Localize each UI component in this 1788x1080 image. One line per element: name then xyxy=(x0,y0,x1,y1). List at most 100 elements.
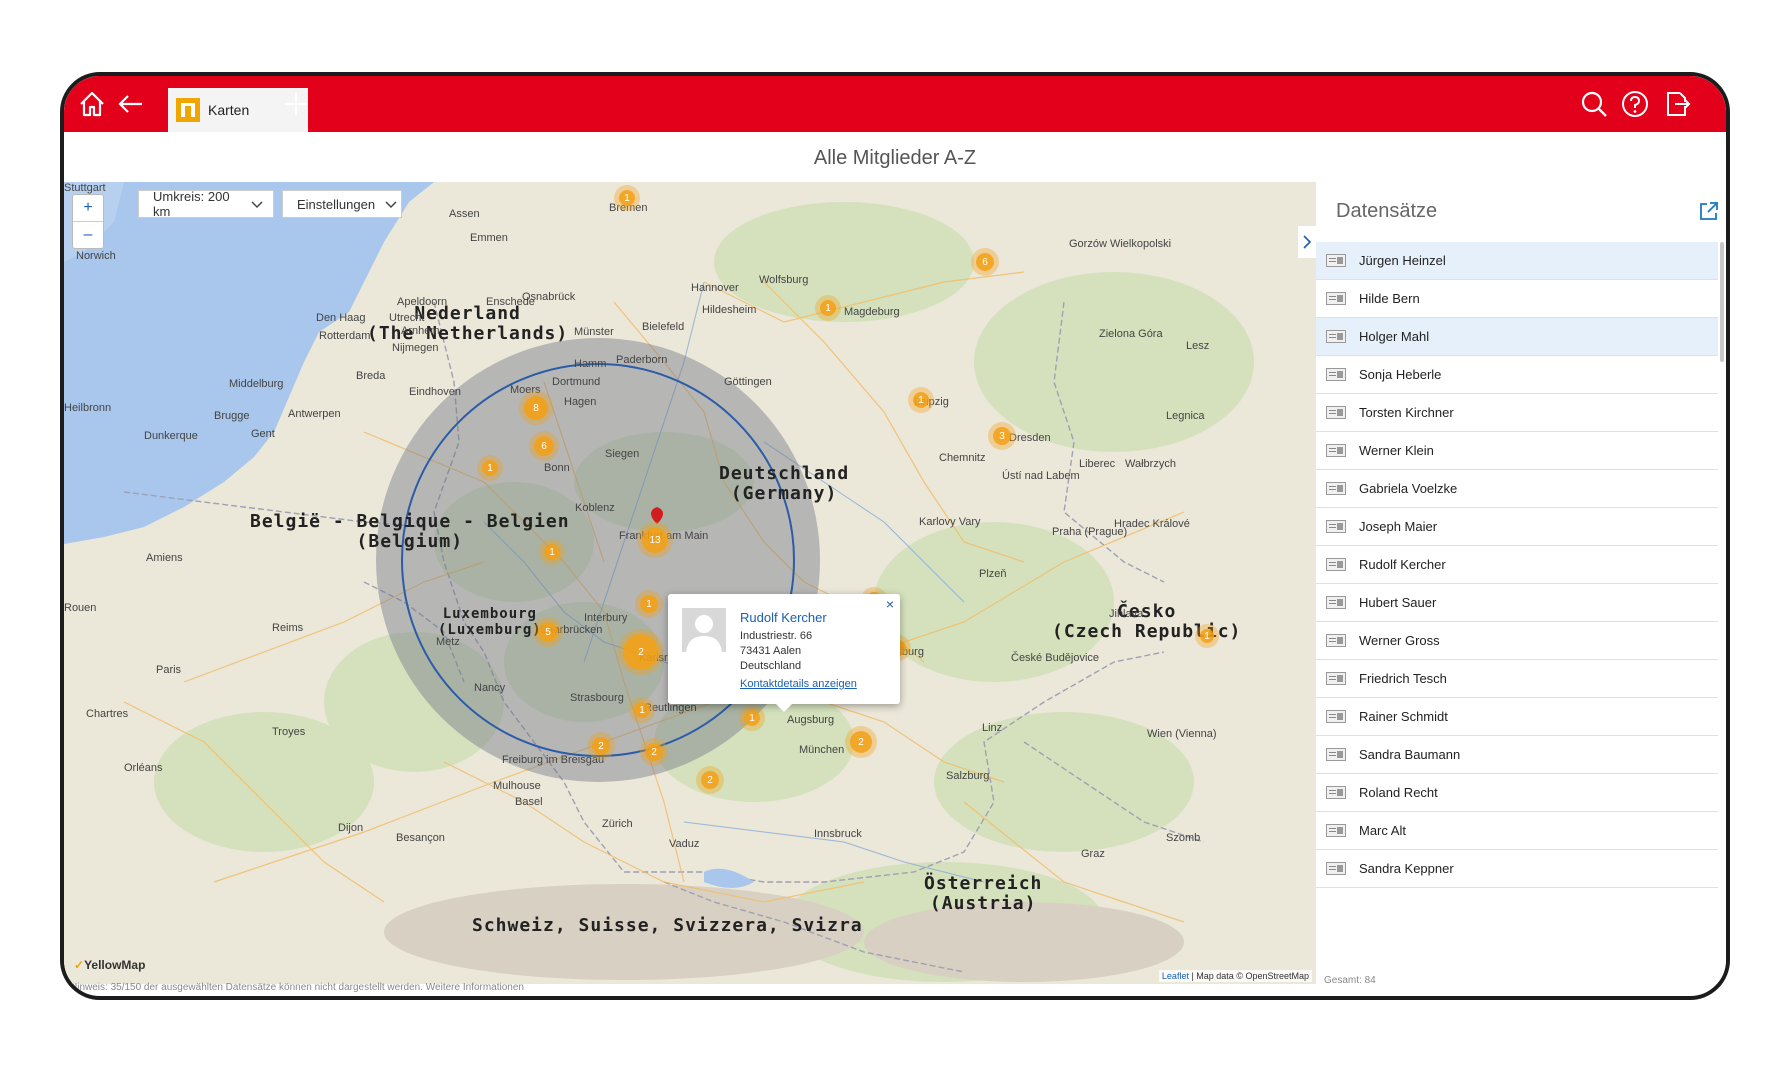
help-icon[interactable] xyxy=(1615,84,1655,124)
list-item[interactable]: Hubert Sauer xyxy=(1316,584,1718,622)
list-item[interactable]: Rudolf Kercher xyxy=(1316,546,1718,584)
record-name: Rainer Schmidt xyxy=(1359,709,1448,724)
cluster-marker[interactable]: 1 xyxy=(744,710,760,726)
cluster-marker[interactable]: 1 xyxy=(1200,629,1214,643)
city-label: Norwich xyxy=(76,250,116,262)
hint-text: Hinweis: 35/150 der ausgewählten Datensä… xyxy=(70,982,524,993)
contact-card-icon xyxy=(1326,444,1346,457)
cluster-marker[interactable]: 1 xyxy=(634,702,650,718)
cluster-marker[interactable]: 5 xyxy=(538,622,558,642)
record-name: Rudolf Kercher xyxy=(1359,557,1446,572)
list-item[interactable]: Rainer Schmidt xyxy=(1316,698,1718,736)
zoom-out-button[interactable]: – xyxy=(73,221,103,248)
city-label: Gorzów Wielkopolski xyxy=(1069,238,1172,250)
country-label-lu: Luxembourg (Luxemburg) xyxy=(438,606,542,638)
cluster-marker[interactable]: 2 xyxy=(701,771,719,789)
zoom-in-button[interactable]: + xyxy=(73,195,103,221)
cluster-marker[interactable]: 6 xyxy=(976,253,994,271)
list-item[interactable]: Hilde Bern xyxy=(1316,280,1718,318)
radius-dropdown[interactable]: Umkreis: 200 km xyxy=(138,189,274,219)
list-item[interactable]: Torsten Kirchner xyxy=(1316,394,1718,432)
search-icon[interactable] xyxy=(1574,84,1614,124)
external-link-icon[interactable] xyxy=(1698,200,1720,227)
list-item[interactable]: Friedrich Tesch xyxy=(1316,660,1718,698)
list-item[interactable]: Sonja Heberle xyxy=(1316,356,1718,394)
city-label: Utrecht xyxy=(389,312,425,324)
contact-card-icon xyxy=(1326,292,1346,305)
list-item[interactable]: Holger Mahl xyxy=(1316,318,1718,356)
cluster-marker[interactable]: 1 xyxy=(820,300,836,316)
country-label-ch: Schweiz, Suisse, Svizzera, Svizra xyxy=(472,915,863,936)
city-label: Hagen xyxy=(564,396,597,408)
cluster-marker[interactable]: 3 xyxy=(993,427,1011,445)
city-label: Wałbrzych xyxy=(1125,458,1176,470)
city-label: Reims xyxy=(272,622,304,634)
cluster-marker[interactable]: 2 xyxy=(645,743,663,761)
list-item[interactable]: Werner Gross xyxy=(1316,622,1718,660)
contact-card-icon xyxy=(1326,596,1346,609)
city-label: Mulhouse xyxy=(493,780,541,792)
collapse-sidebar-button[interactable] xyxy=(1298,226,1316,258)
city-label: Stuttgart xyxy=(64,182,106,194)
avatar xyxy=(682,608,726,652)
contact-card-icon xyxy=(1326,748,1346,761)
list-item[interactable]: Sandra Keppner xyxy=(1316,850,1718,888)
cluster-marker[interactable]: 2 xyxy=(850,731,872,753)
city-label: Plzeň xyxy=(979,568,1007,580)
contact-card-icon xyxy=(1326,862,1346,875)
arrow-left-icon[interactable] xyxy=(110,84,150,124)
list-item[interactable]: Joseph Maier xyxy=(1316,508,1718,546)
logout-icon[interactable] xyxy=(1656,84,1696,124)
contact-details-link[interactable]: Kontaktdetails anzeigen xyxy=(740,678,857,690)
cluster-marker[interactable]: 8 xyxy=(524,396,548,420)
city-label: München xyxy=(799,744,845,756)
close-icon[interactable]: × xyxy=(886,596,894,612)
city-label: Rouen xyxy=(64,602,97,614)
settings-dropdown[interactable]: Einstellungen xyxy=(282,190,402,218)
records-sidebar: Datensätze Jürgen Heinzel Hilde Bern Holge… xyxy=(1298,182,1726,986)
popup-city: 73431 Aalen xyxy=(740,645,802,657)
city-label: Gent xyxy=(251,428,275,440)
city-label: Chemnitz xyxy=(939,452,986,464)
cluster-marker[interactable]: 1 xyxy=(544,544,560,560)
list-item[interactable]: Jürgen Heinzel xyxy=(1316,242,1718,280)
cluster-marker[interactable]: 1 xyxy=(482,460,498,476)
contact-card-icon xyxy=(1326,330,1346,343)
cluster-marker[interactable]: 6 xyxy=(534,436,554,456)
cluster-marker[interactable]: 2 xyxy=(623,634,659,670)
home-icon[interactable] xyxy=(72,84,112,124)
city-label: Zielona Góra xyxy=(1099,328,1163,340)
map-attribution: Leaflet | Map data © OpenStreetMap xyxy=(1158,970,1312,982)
city-label: Hannover xyxy=(691,282,739,294)
cluster-marker[interactable]: 13 xyxy=(642,527,668,553)
city-label: Paris xyxy=(156,664,182,676)
leaflet-link[interactable]: Leaflet xyxy=(1162,971,1189,981)
popup-tip xyxy=(776,704,792,712)
plus-icon[interactable] xyxy=(276,84,316,124)
cluster-marker[interactable]: 2 xyxy=(592,737,610,755)
list-item[interactable]: Sandra Baumann xyxy=(1316,736,1718,774)
contact-card-icon xyxy=(1326,558,1346,571)
list-item[interactable]: Roland Recht xyxy=(1316,774,1718,812)
list-item[interactable]: Gabriela Voelzke xyxy=(1316,470,1718,508)
city-label: Strasbourg xyxy=(570,692,624,704)
record-name: Werner Gross xyxy=(1359,633,1440,648)
popup-name-link[interactable]: Rudolf Kercher xyxy=(740,610,827,625)
chevron-down-icon xyxy=(385,197,397,212)
country-label-nl: Nederland (The Netherlands) xyxy=(367,303,569,344)
city-label: Freiburg im Breisgau xyxy=(502,754,605,766)
cluster-marker[interactable]: 1 xyxy=(913,392,929,408)
cluster-marker[interactable]: 1 xyxy=(640,595,658,613)
list-item[interactable]: Marc Alt xyxy=(1316,812,1718,850)
list-item[interactable]: Werner Klein xyxy=(1316,432,1718,470)
city-label: Moers xyxy=(510,384,541,396)
city-label: Augsburg xyxy=(787,714,835,726)
cluster-marker[interactable]: 1 xyxy=(619,190,635,206)
contact-card-icon xyxy=(1326,482,1346,495)
city-label: Apeldoorn xyxy=(397,296,448,308)
map-view[interactable]: Nederland (The Netherlands) Deutschland (G… xyxy=(64,182,1316,984)
contact-card-icon xyxy=(1326,254,1346,267)
contact-card-icon xyxy=(1326,634,1346,647)
city-label: Assen xyxy=(449,208,480,220)
sidebar-scrollbar[interactable] xyxy=(1720,242,1724,362)
